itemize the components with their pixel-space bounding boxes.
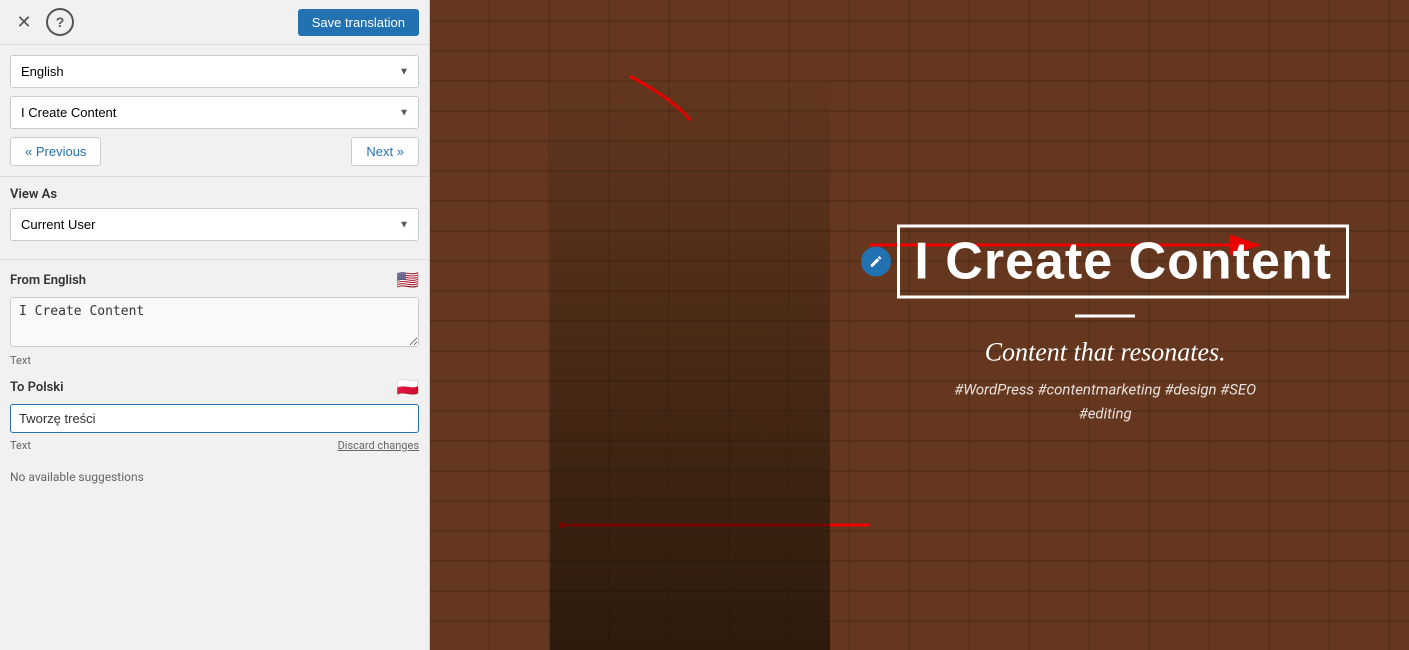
view-as-select[interactable]: Current User Guest (10, 208, 419, 241)
from-flag: 🇺🇸 (397, 270, 419, 291)
right-panel: I Create Content Content that resonates.… (430, 0, 1409, 650)
help-button[interactable]: ? (46, 8, 74, 36)
help-icon: ? (56, 14, 65, 30)
view-as-section: View As Current User Guest (0, 177, 429, 260)
from-field-type: Text (10, 354, 419, 367)
view-as-label: View As (10, 187, 419, 202)
from-translation-textarea[interactable] (10, 297, 419, 347)
to-lang-row: To Polski 🇵🇱 (10, 377, 419, 398)
left-panel: ✕ ? Save translation English Polski I Cr… (0, 0, 430, 650)
hero-tagline: Content that resonates. (861, 338, 1349, 368)
person-silhouette (550, 70, 830, 650)
discard-changes-link[interactable]: Discard changes (338, 439, 419, 462)
hero-content: I Create Content Content that resonates.… (861, 225, 1349, 426)
to-field-type: Text (10, 439, 31, 452)
from-lang-header: From English 🇺🇸 (10, 270, 419, 291)
next-button[interactable]: Next » (351, 137, 419, 166)
from-lang-label: From English (10, 273, 86, 288)
to-flag: 🇵🇱 (397, 377, 419, 398)
to-translation-input[interactable] (10, 404, 419, 433)
content-select-wrapper: I Create Content (10, 96, 419, 129)
controls-section: English Polski I Create Content « Previo… (0, 45, 429, 177)
hero-hashtags: #WordPress #contentmarketing #design #SE… (861, 378, 1349, 426)
language-select-wrapper: English Polski (10, 55, 419, 88)
top-bar: ✕ ? Save translation (0, 0, 429, 45)
close-button[interactable]: ✕ (10, 8, 38, 36)
nav-buttons: « Previous Next » (10, 137, 419, 166)
language-select[interactable]: English Polski (10, 55, 419, 88)
save-translation-button[interactable]: Save translation (298, 9, 419, 36)
suggestions-text: No available suggestions (10, 470, 419, 484)
edit-icon (861, 247, 891, 277)
content-select[interactable]: I Create Content (10, 96, 419, 129)
translation-section: From English 🇺🇸 Text To Polski 🇵🇱 Text D… (0, 260, 429, 650)
view-as-select-wrapper: Current User Guest (10, 208, 419, 241)
hero-title: I Create Content (897, 225, 1349, 299)
hero-title-box: I Create Content (861, 225, 1349, 299)
previous-button[interactable]: « Previous (10, 137, 101, 166)
hero-divider (1075, 315, 1135, 318)
to-lang-label: To Polski (10, 380, 64, 395)
